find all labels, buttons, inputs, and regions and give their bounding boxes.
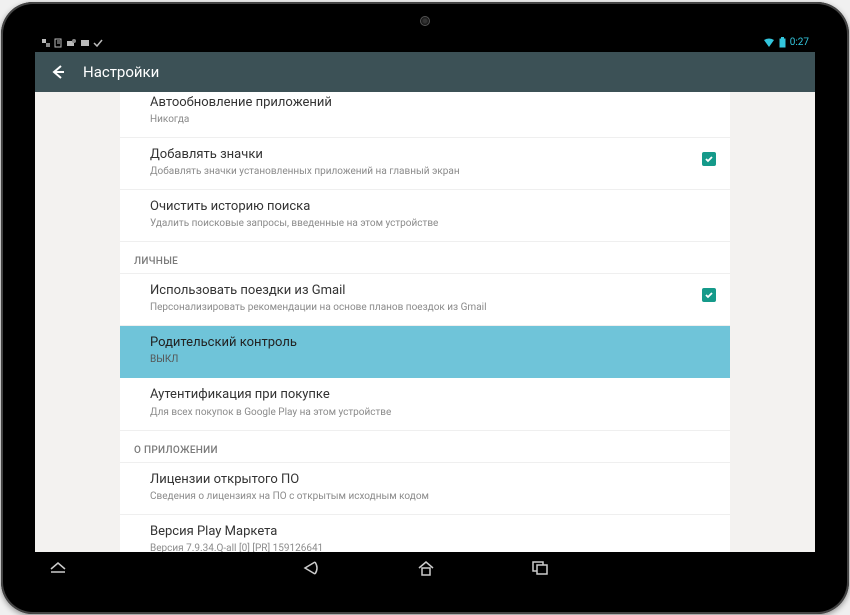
settings-item-text: Добавлять значкиДобавлять значки установ… bbox=[150, 146, 702, 179]
settings-item-text: Родительский контрольВЫКЛ bbox=[150, 334, 716, 367]
notification-icon bbox=[80, 38, 90, 48]
navigation-bar bbox=[35, 552, 815, 584]
settings-item-subtitle: Для всех покупок в Google Play на этом у… bbox=[150, 406, 706, 420]
settings-item[interactable]: Очистить историю поискаУдалить поисковые… bbox=[120, 190, 730, 242]
settings-item-text: Очистить историю поискаУдалить поисковые… bbox=[150, 198, 716, 231]
settings-item-subtitle: Удалить поисковые запросы, введенные на … bbox=[150, 217, 706, 231]
settings-item-title: Лицензии открытого ПО bbox=[150, 471, 706, 489]
checkbox-checked-icon[interactable] bbox=[702, 288, 716, 302]
settings-list: Автообновление приложенийНикогда Добавлят… bbox=[120, 92, 730, 584]
wifi-icon bbox=[763, 38, 775, 48]
tablet-frame: 0:27 Настройки Автообновление приложений… bbox=[1, 2, 849, 614]
settings-item-title: Родительский контроль bbox=[150, 334, 706, 352]
settings-item-subtitle: Добавлять значки установленных приложени… bbox=[150, 165, 692, 179]
notification-icon bbox=[54, 38, 64, 48]
nav-home-button[interactable] bbox=[417, 560, 435, 576]
device-camera bbox=[420, 16, 430, 26]
settings-item-title: Версия Play Маркета bbox=[150, 523, 706, 541]
settings-item-text: Лицензии открытого ПОСведения о лицензия… bbox=[150, 471, 716, 504]
checkbox-checked-icon[interactable] bbox=[702, 152, 716, 166]
settings-panel: Автообновление приложенийНикогда Добавлят… bbox=[120, 92, 730, 584]
section-header: ЛИЧНЫЕ bbox=[120, 242, 730, 274]
settings-item[interactable]: Родительский контрольВЫКЛ bbox=[120, 326, 730, 378]
nav-apps-button[interactable] bbox=[49, 561, 67, 575]
screen: 0:27 Настройки Автообновление приложений… bbox=[35, 34, 815, 584]
settings-item[interactable]: Использовать поездки из GmailПерсонализи… bbox=[120, 274, 730, 326]
status-right-icons: 0:27 bbox=[763, 37, 809, 48]
status-time: 0:27 bbox=[790, 37, 809, 48]
settings-item[interactable]: Автообновление приложенийНикогда bbox=[120, 92, 730, 138]
nav-recent-button[interactable] bbox=[531, 560, 549, 576]
page-title: Настройки bbox=[83, 63, 159, 81]
section-header: О ПРИЛОЖЕНИИ bbox=[120, 431, 730, 463]
status-left-icons bbox=[41, 38, 103, 48]
settings-item-title: Очистить историю поиска bbox=[150, 198, 706, 216]
settings-item-text: Аутентификация при покупке Для всех покуп… bbox=[150, 386, 716, 419]
toolbar: Настройки bbox=[35, 52, 815, 92]
back-button[interactable] bbox=[49, 64, 65, 80]
settings-item-title: Автообновление приложений bbox=[150, 94, 706, 112]
notification-icon bbox=[41, 38, 51, 48]
settings-item-text: Автообновление приложенийНикогда bbox=[150, 94, 716, 127]
settings-item[interactable]: Аутентификация при покупке Для всех покуп… bbox=[120, 378, 730, 430]
battery-icon bbox=[779, 37, 786, 48]
settings-item-subtitle: Сведения о лицензиях на ПО с открытым ис… bbox=[150, 490, 706, 504]
settings-item[interactable]: Лицензии открытого ПОСведения о лицензия… bbox=[120, 463, 730, 515]
settings-item-title: Использовать поездки из Gmail bbox=[150, 282, 692, 300]
settings-item-text: Использовать поездки из GmailПерсонализи… bbox=[150, 282, 702, 315]
settings-item-title: Аутентификация при покупке bbox=[150, 386, 706, 404]
settings-item[interactable]: Добавлять значкиДобавлять значки установ… bbox=[120, 138, 730, 190]
settings-item-subtitle: ВЫКЛ bbox=[150, 353, 706, 367]
settings-item-subtitle: Персонализировать рекомендации на основе… bbox=[150, 301, 692, 315]
check-icon bbox=[93, 38, 103, 48]
settings-item-title: Добавлять значки bbox=[150, 146, 692, 164]
settings-item-subtitle: Никогда bbox=[150, 113, 706, 127]
status-bar: 0:27 bbox=[35, 34, 815, 52]
content-area: Автообновление приложенийНикогда Добавлят… bbox=[35, 92, 815, 584]
nav-back-button[interactable] bbox=[301, 560, 321, 576]
notification-icon bbox=[67, 38, 77, 48]
